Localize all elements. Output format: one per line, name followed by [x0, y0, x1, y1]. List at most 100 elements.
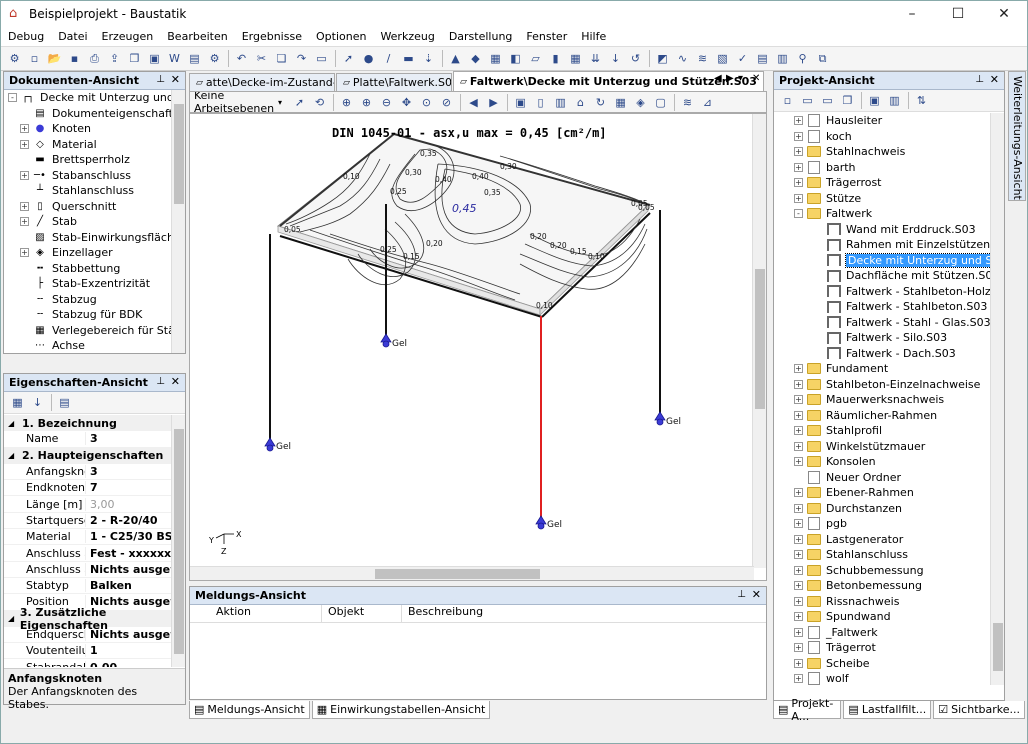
property-row[interactable]: Voutenteilun1	[4, 643, 171, 660]
network-icon[interactable]: ⧉	[813, 49, 832, 68]
project-tree-item[interactable]: Faltwerk - Stahlbeton.S03	[794, 299, 990, 315]
project-tree-item[interactable]: + Durchstanzen	[794, 501, 990, 517]
collapse-icon[interactable]: -	[794, 209, 803, 219]
menu-darstellung[interactable]: Darstellung	[442, 30, 520, 43]
expand-icon[interactable]: +	[20, 139, 29, 149]
property-row[interactable]: Name 3	[4, 431, 171, 448]
expand-icon[interactable]: +	[794, 658, 803, 668]
expand-icon[interactable]: +	[794, 674, 803, 684]
project-tree-item[interactable]: + barth	[794, 160, 990, 176]
close-button[interactable]: ✕	[981, 1, 1027, 27]
expand-icon[interactable]: +	[794, 596, 803, 606]
collapse-icon[interactable]: ◢	[8, 419, 22, 428]
scroll-thumb[interactable]	[375, 569, 540, 579]
pin-icon[interactable]: ⊥	[156, 376, 165, 387]
expand-icon[interactable]: +	[20, 170, 29, 180]
column-header-aktion[interactable]: Aktion	[190, 605, 322, 622]
template-icon[interactable]: ▤	[185, 49, 204, 68]
project-tree-item[interactable]: + Ebener-Rahmen	[794, 485, 990, 501]
zoom-all-icon[interactable]: ⊙	[417, 93, 436, 112]
expand-icon[interactable]: +	[794, 131, 803, 141]
section-icon[interactable]: ▦	[486, 49, 505, 68]
node-icon[interactable]: ●	[359, 49, 378, 68]
scroll-thumb[interactable]	[755, 269, 765, 409]
check-icon[interactable]: ✓	[733, 49, 752, 68]
project-tree-item[interactable]: + Räumlicher-Rahmen	[794, 408, 990, 424]
export-icon[interactable]: ⇪	[105, 49, 124, 68]
project-tree-item[interactable]: + Schubbemessung	[794, 563, 990, 579]
zoom-previous-icon[interactable]: ⊘	[437, 93, 456, 112]
member-icon[interactable]: /	[379, 49, 398, 68]
collapse-icon[interactable]: -	[8, 93, 17, 103]
property-row[interactable]: Anschluss anFest - xxxxxx	[4, 545, 171, 562]
expand-icon[interactable]: +	[794, 162, 803, 172]
property-value[interactable]: Fest - xxxxxx	[85, 546, 171, 560]
expand-icon[interactable]: +	[794, 426, 803, 436]
property-category[interactable]: ◢ 3. Zusätzliche Eigenschaften	[4, 606, 171, 632]
project-tree-item[interactable]: + Lastgenerator	[794, 532, 990, 548]
expand-icon[interactable]: +	[794, 441, 803, 451]
tab-close-icon[interactable]: ✕	[752, 73, 764, 84]
menu-datei[interactable]: Datei	[51, 30, 94, 43]
project-tree-item[interactable]: + Hausleiter	[794, 113, 990, 129]
project-tree-item[interactable]: Faltwerk - Stahlbeton-Holz.S03	[794, 284, 990, 300]
close-icon[interactable]: ✕	[990, 73, 999, 86]
pdf-icon[interactable]: ▣	[145, 49, 164, 68]
redo-icon[interactable]: ↷	[292, 49, 311, 68]
close-icon[interactable]: ✕	[752, 588, 761, 601]
tab-einwirkungstabellen[interactable]: ▦ Einwirkungstabellen-Ansicht	[311, 701, 491, 719]
sort-icon[interactable]: ⇅	[912, 91, 931, 110]
doc-tree-item[interactable]: + ─• Stabanschluss	[8, 168, 171, 184]
menu-fenster[interactable]: Fenster	[519, 30, 574, 43]
column-header-objekt[interactable]: Objekt	[322, 605, 402, 622]
doc-tree-item[interactable]: ▨ Stab-Einwirkungsfläche	[8, 230, 171, 246]
property-row[interactable]: Startquerschr2 - R-20/40	[4, 513, 171, 530]
document-tab[interactable]: ▱atte\Decke-im-Zustand-2.S07	[189, 73, 335, 91]
project-tree-item[interactable]: + pgb	[794, 516, 990, 532]
project-tree-item[interactable]: + Winkelstützmauer	[794, 439, 990, 455]
view-side-icon[interactable]: ▥	[551, 93, 570, 112]
scroll-thumb[interactable]	[174, 104, 184, 204]
tab-projekt[interactable]: ▤ Projekt-A...	[773, 697, 842, 723]
new-icon[interactable]: ▫	[25, 49, 44, 68]
rotate-view-icon[interactable]: ↻	[591, 93, 610, 112]
pin-icon[interactable]: ⊥	[975, 74, 984, 85]
expand-icon[interactable]: +	[794, 519, 803, 529]
word-icon[interactable]: W	[165, 49, 184, 68]
expand-icon[interactable]: +	[794, 364, 803, 374]
new-file-icon[interactable]: ▫	[778, 91, 797, 110]
dokumenten-scrollbar[interactable]	[171, 90, 185, 353]
property-row[interactable]: EndquerschnNichts ausgewäh	[4, 627, 171, 644]
3d-viewport[interactable]: 0,45 0,40 0,35 0,30 0,25 0,20 0,15 0,10 0,05 0,40…	[189, 113, 767, 581]
scroll-thumb[interactable]	[993, 623, 1003, 671]
doc-tree-item[interactable]: ╍ Stabbettung	[8, 261, 171, 277]
pin-icon[interactable]: ⊥	[737, 589, 746, 600]
project-tree-item[interactable]: Wand mit Erddruck.S03	[794, 222, 990, 238]
minimize-button[interactable]: –	[889, 1, 935, 27]
expand-icon[interactable]: +	[794, 627, 803, 637]
stress-icon[interactable]: ≋	[693, 49, 712, 68]
grid-icon[interactable]: ▦	[611, 93, 630, 112]
property-value[interactable]: 7	[85, 481, 171, 495]
project-tree-item[interactable]: + Trägerrot	[794, 640, 990, 656]
project-tree-item[interactable]: + wolf	[794, 671, 990, 685]
project-tree-item[interactable]: + Betonbemessung	[794, 578, 990, 594]
copy-icon[interactable]: ❐	[125, 49, 144, 68]
property-row[interactable]: Länge [m] 3,00	[4, 496, 171, 513]
project-tree-item[interactable]: Faltwerk - Silo.S03	[794, 330, 990, 346]
expand-icon[interactable]: +	[794, 550, 803, 560]
property-pages-icon[interactable]: ▤	[55, 393, 74, 412]
menu-debug[interactable]: Debug	[1, 30, 51, 43]
rotate-select-icon[interactable]: ⟲	[310, 93, 329, 112]
tab-left-icon[interactable]: ◀	[714, 73, 726, 84]
chevron-down-icon[interactable]: ▾	[278, 98, 282, 107]
property-value[interactable]: Nichts ausgewäh	[85, 562, 171, 576]
zoom-out-icon[interactable]: ⊖	[377, 93, 396, 112]
wall-icon[interactable]: ▮	[546, 49, 565, 68]
expand-icon[interactable]: +	[794, 581, 803, 591]
doc-tree-item[interactable]: + ◈ Einzellager	[8, 245, 171, 261]
properties-scrollbar[interactable]	[171, 415, 185, 667]
menu-bearbeiten[interactable]: Bearbeiten	[160, 30, 234, 43]
sort-az-icon[interactable]: ↓	[28, 393, 47, 412]
collapse-icon[interactable]: ◢	[8, 451, 22, 460]
